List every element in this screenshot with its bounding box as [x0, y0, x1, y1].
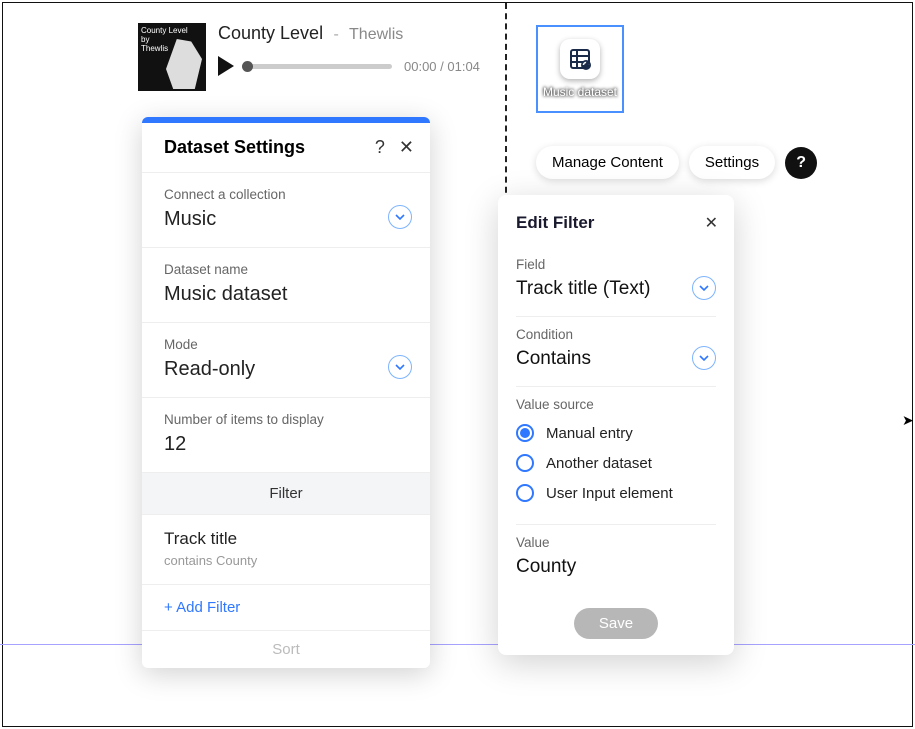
cover-text: by: [141, 35, 203, 44]
items-count-field[interactable]: Number of items to display 12: [142, 398, 430, 473]
radio-manual-entry[interactable]: Manual entry: [516, 418, 716, 448]
filter-item[interactable]: Track title contains County: [142, 515, 430, 585]
dataset-settings-panel: Dataset Settings ? ✕ Connect a collectio…: [142, 117, 430, 668]
value-source-group: Value source Manual entry Another datase…: [498, 387, 734, 524]
title-separator: -: [334, 26, 339, 43]
panel-title: Edit Filter: [516, 213, 705, 233]
field-label: Mode: [164, 337, 408, 352]
radio-label: Manual entry: [546, 425, 633, 442]
field-label: Condition: [516, 327, 716, 342]
chevron-down-icon[interactable]: [692, 346, 716, 370]
field-value: Contains: [516, 348, 716, 370]
field-label: Connect a collection: [164, 187, 408, 202]
field-label: Value source: [516, 397, 716, 412]
filter-section-header: Filter: [142, 473, 430, 515]
chevron-down-icon[interactable]: [388, 355, 412, 379]
sort-section-header: Sort: [142, 631, 430, 668]
radio-icon: [516, 484, 534, 502]
radio-user-input-element[interactable]: User Input element: [516, 478, 716, 508]
dataset-element-label: Music dataset: [543, 85, 617, 99]
track-title: County Level: [218, 23, 323, 43]
field-value: Track title (Text): [516, 278, 716, 300]
mode-field[interactable]: Mode Read-only: [142, 323, 430, 398]
dataset-name-field[interactable]: Dataset name Music dataset: [142, 248, 430, 323]
help-button[interactable]: ?: [785, 147, 817, 179]
filter-field-select[interactable]: Field Track title (Text): [498, 247, 734, 316]
radio-another-dataset[interactable]: Another dataset: [516, 448, 716, 478]
chevron-down-icon[interactable]: [692, 276, 716, 300]
field-label: Field: [516, 257, 716, 272]
album-cover: County Level by Thewlis: [138, 23, 206, 91]
field-label: Number of items to display: [164, 412, 408, 427]
track-artist: Thewlis: [349, 26, 403, 43]
filter-summary: contains County: [164, 553, 408, 568]
edit-filter-panel: Edit Filter ✕ Field Track title (Text) C…: [498, 195, 734, 655]
dataset-icon: [560, 39, 600, 79]
connect-collection-field[interactable]: Connect a collection Music: [142, 173, 430, 248]
field-value: Music dataset: [164, 283, 408, 306]
panel-close-icon[interactable]: ✕: [399, 137, 414, 158]
field-value: County: [516, 556, 716, 578]
chevron-down-icon[interactable]: [388, 205, 412, 229]
field-label: Dataset name: [164, 262, 408, 277]
close-icon[interactable]: ✕: [705, 213, 718, 233]
play-icon[interactable]: [218, 56, 234, 76]
dataset-element[interactable]: Music dataset: [536, 25, 624, 113]
panel-help-icon[interactable]: ?: [375, 137, 385, 158]
progress-knob[interactable]: [242, 61, 253, 72]
radio-label: Another dataset: [546, 455, 652, 472]
cover-text: County Level: [141, 26, 203, 35]
progress-track[interactable]: [246, 64, 392, 69]
field-label: Value: [516, 535, 716, 550]
manage-content-button[interactable]: Manage Content: [536, 146, 679, 179]
time-display: 00:00 / 01:04: [404, 59, 480, 74]
field-value: Music: [164, 208, 408, 231]
add-filter-button[interactable]: + Add Filter: [142, 585, 430, 631]
audio-player: County Level by Thewlis County Level - T…: [138, 23, 480, 91]
radio-label: User Input element: [546, 485, 673, 502]
panel-title: Dataset Settings: [164, 137, 361, 158]
settings-button[interactable]: Settings: [689, 146, 775, 179]
radio-icon: [516, 454, 534, 472]
filter-value-field[interactable]: Value County: [498, 525, 734, 594]
condition-select[interactable]: Condition Contains: [498, 317, 734, 386]
radio-icon: [516, 424, 534, 442]
save-button[interactable]: Save: [574, 608, 658, 639]
field-value: Read-only: [164, 358, 408, 381]
field-value: 12: [164, 433, 408, 456]
filter-field: Track title: [164, 529, 408, 549]
